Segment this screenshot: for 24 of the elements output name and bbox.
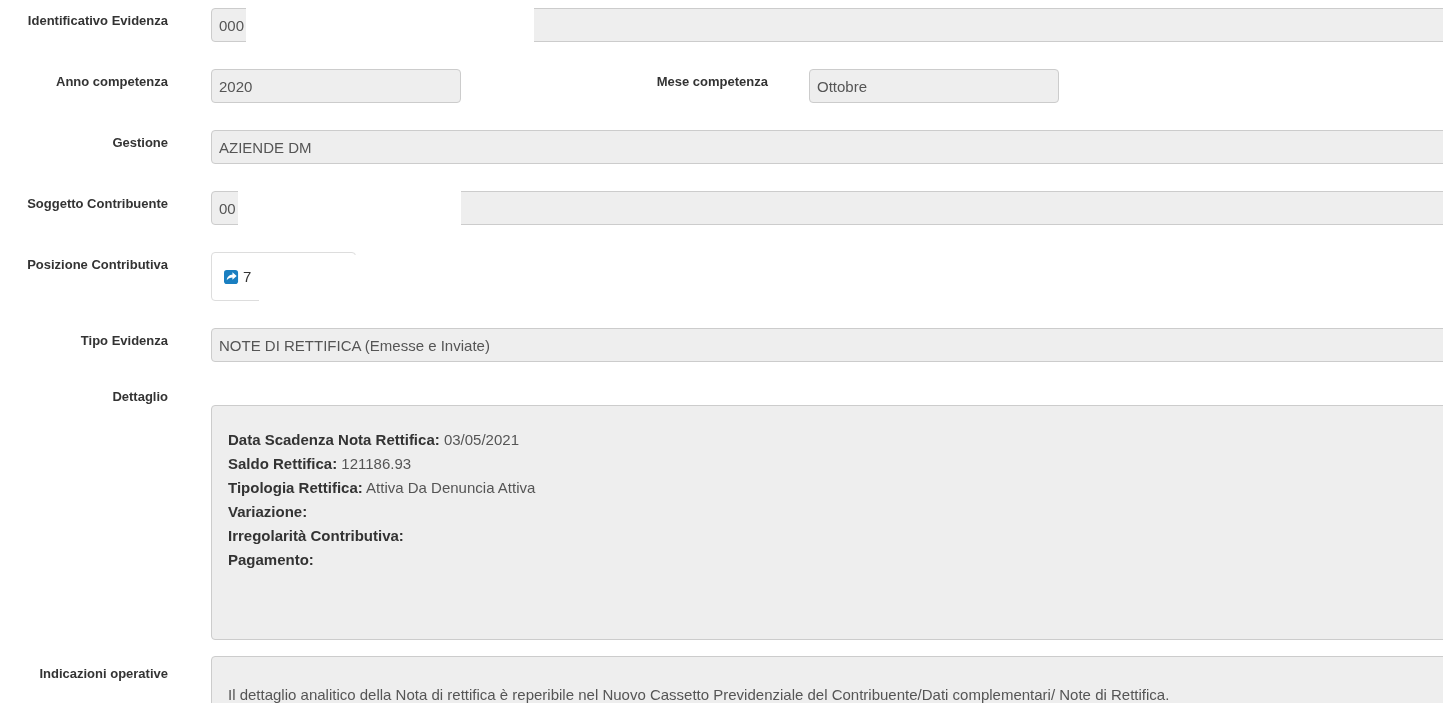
field-label: Gestione xyxy=(111,134,168,150)
field-label: Tipo Evidenza xyxy=(79,332,168,348)
external-link-icon xyxy=(224,269,239,284)
position-link-button[interactable]: 7 xyxy=(211,252,356,301)
detail-line: Pagamento: xyxy=(228,550,315,570)
field-label: Soggetto Contribuente xyxy=(26,195,168,211)
text-field[interactable]: 00 xyxy=(211,191,1443,225)
field-label: Identificativo Evidenza xyxy=(26,12,168,28)
detail-line: Data Scadenza Nota Rettifica: 03/05/2021 xyxy=(228,430,520,450)
detail-line: Irregolarità Contributiva: xyxy=(228,526,405,546)
text-field[interactable]: 2020 xyxy=(211,69,461,103)
text-field[interactable]: NOTE DI RETTIFICA (Emesse e Inviate) xyxy=(211,328,1443,362)
field-label: Mese competenza xyxy=(655,73,768,89)
detail-line: Tipologia Rettifica: Attiva Da Denuncia Attiva xyxy=(228,478,537,498)
text-field[interactable]: Ottobre xyxy=(809,69,1059,103)
text-field[interactable]: AZIENDE DM xyxy=(211,130,1443,164)
detail-line: Variazione: xyxy=(228,502,309,522)
note-text: Il dettaglio analitico della Nota di rettifica è reperibile nel Nuovo Cassetto Previdenziale del Contribuente/Dati complementari/ Note di Rettifica. xyxy=(228,685,1171,703)
field-label: Indicazioni operative xyxy=(38,665,168,681)
field-label: Posizione Contributiva xyxy=(26,256,168,272)
field-label: Anno competenza xyxy=(55,73,168,89)
field-label: Dettaglio xyxy=(111,389,168,404)
detail-line: Saldo Rettifica: 121186.93 xyxy=(228,454,413,474)
text-field[interactable]: 000 xyxy=(211,8,1443,42)
